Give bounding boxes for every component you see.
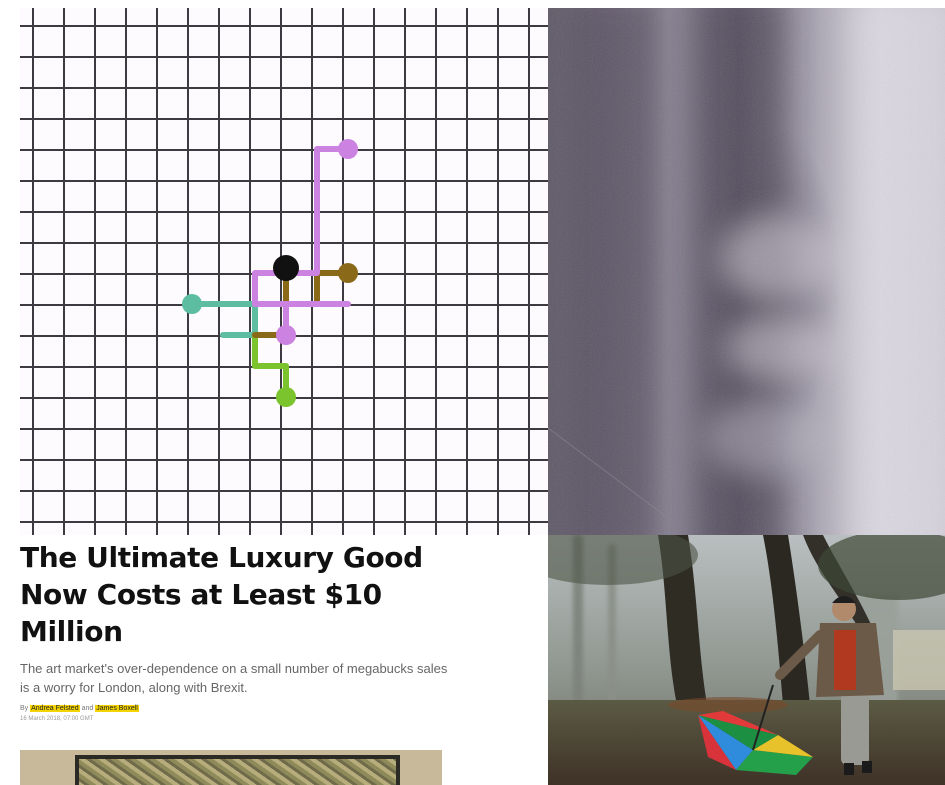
brown-endpoint: [338, 263, 358, 283]
forest-scene: [548, 535, 945, 785]
article-dek: The art market's over-dependence on a sm…: [20, 661, 448, 695]
article-lead-image: [20, 750, 442, 785]
article-headline[interactable]: The Ultimate Luxury Good Now Costs at Le…: [20, 539, 440, 650]
byline-prefix: By: [20, 705, 29, 712]
article-byline: By Andrea Felsted and James Boxell: [20, 705, 139, 712]
umbrella-photo: [548, 535, 945, 785]
framed-painting: [75, 755, 400, 785]
news-article: The Ultimate Luxury Good Now Costs at Le…: [0, 535, 548, 785]
article-date: 16 March 2018, 07:00 GMT: [20, 716, 94, 722]
lilac-endpoint-top: [338, 139, 358, 159]
grid-diagram-panel: [20, 8, 548, 535]
author-link-2[interactable]: James Boxell: [95, 705, 139, 712]
lilac-path: [252, 146, 351, 307]
byline-and: and: [81, 705, 94, 712]
green-endpoint: [276, 387, 296, 407]
teal-endpoint: [182, 294, 202, 314]
lilac-endpoint-bottom: [276, 325, 296, 345]
grid-diagram: [20, 8, 548, 535]
author-link-1[interactable]: Andrea Felsted: [30, 705, 80, 712]
center-node: [273, 255, 299, 281]
blurred-texture: [548, 8, 945, 535]
blurred-abstract-image: [548, 8, 945, 535]
